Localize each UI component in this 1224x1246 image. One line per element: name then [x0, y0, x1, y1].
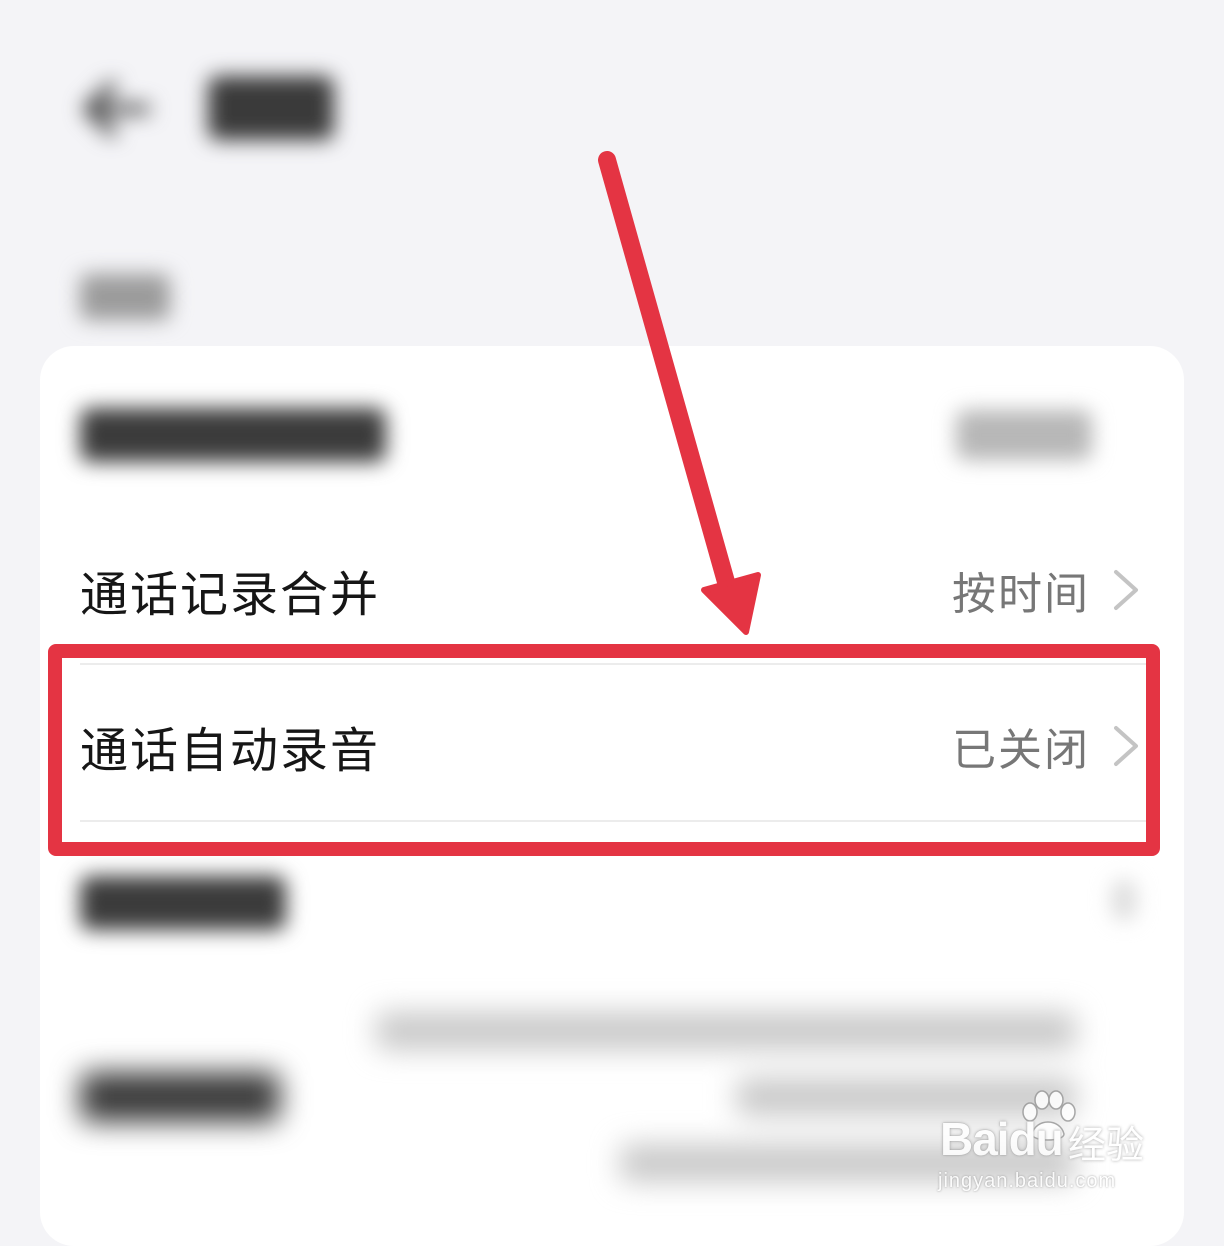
section-label [80, 274, 170, 320]
highlight-box [48, 644, 1160, 856]
page-title [208, 76, 334, 140]
chevron-right-icon [1114, 570, 1138, 610]
call-log-merge-value: 按时间 [952, 569, 1090, 620]
call-log-merge-label: 通话记录合并 [80, 567, 381, 623]
watermark-brand: Baidu [940, 1113, 1064, 1165]
watermark-url: jingyan.baidu.com [938, 1170, 1117, 1192]
baidu-watermark: Baidu 经验 jingyan.baidu.com [930, 1090, 1180, 1200]
watermark-suffix: 经验 [1068, 1123, 1145, 1167]
back-arrow-icon[interactable] [78, 80, 150, 138]
